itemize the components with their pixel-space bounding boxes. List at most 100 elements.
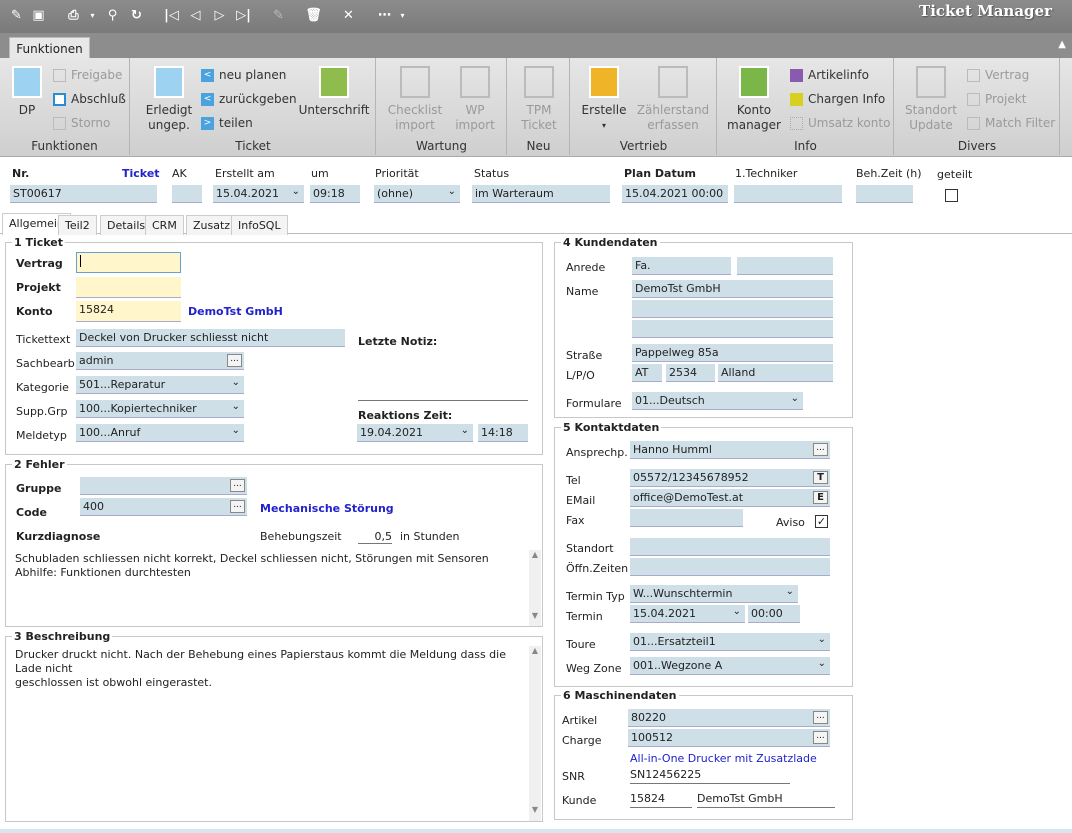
konto-input[interactable]: 15824 — [76, 301, 181, 322]
search-icon[interactable]: ⚲ — [104, 7, 121, 24]
next-record-icon[interactable]: ▷ — [211, 7, 228, 24]
kategorie-select[interactable]: 501...Reparatur ⌄ — [76, 376, 244, 394]
behebungszeit-input[interactable]: 0,5 — [358, 530, 392, 544]
tpm-ticket-button[interactable]: TPM Ticket — [518, 66, 560, 133]
vertrag-input[interactable] — [76, 252, 181, 273]
kurzdiagnose-scrollbar[interactable]: ▲ ▼ — [529, 550, 541, 626]
erstelle-button[interactable]: Erstelle ▾ — [582, 66, 626, 133]
kurzdiagnose-text[interactable]: Schubladen schliessen nicht korrekt, Dec… — [15, 552, 525, 580]
beschreibung-scrollbar[interactable]: ▲ ▼ — [529, 646, 541, 821]
strasse-field[interactable]: Pappelweg 85a — [632, 344, 833, 362]
teilen-button[interactable]: > teilen — [201, 116, 253, 130]
name3-field[interactable] — [632, 320, 833, 338]
unterschrift-button[interactable]: Unterschrift — [299, 66, 369, 118]
behzeit-field[interactable] — [856, 185, 913, 203]
ellipsis-icon[interactable]: ... — [230, 479, 245, 492]
chevron-down-icon[interactable]: ⌄ — [232, 425, 240, 436]
chevron-down-icon[interactable]: ⌄ — [818, 634, 826, 645]
charge-field[interactable]: 100512... — [628, 729, 830, 747]
um-time-field[interactable]: 09:18 — [310, 185, 360, 203]
scroll-down-icon[interactable]: ▼ — [529, 611, 541, 620]
reaktion-date-field[interactable]: 19.04.2021 ⌄ — [357, 424, 473, 442]
termin-time-field[interactable]: 00:00 — [748, 605, 800, 623]
ellipsis-icon[interactable]: ... — [813, 711, 828, 724]
checklist-import-button[interactable]: Checklist import — [387, 66, 443, 133]
erledigt-button[interactable]: Erledigt ungep. — [145, 66, 193, 133]
artikel-field[interactable]: 80220... — [628, 709, 830, 727]
match-filter-button[interactable]: Match Filter — [967, 116, 1055, 130]
scroll-down-icon[interactable]: ▼ — [529, 805, 541, 814]
konto-manager-button[interactable]: Konto manager — [727, 66, 781, 133]
sachbearb-field[interactable]: admin... — [76, 352, 244, 370]
zaehlerstand-button[interactable]: Zählerstand erfassen — [635, 66, 711, 133]
chevron-down-icon[interactable]: ⌄ — [292, 186, 300, 197]
more-dropdown-icon[interactable]: ▾ — [394, 7, 411, 24]
ak-field[interactable] — [172, 185, 202, 203]
land-field[interactable]: AT — [632, 364, 662, 382]
chevron-down-icon[interactable]: ⌄ — [448, 186, 456, 197]
phone-icon[interactable]: T — [813, 471, 828, 484]
name2-field[interactable] — [632, 300, 833, 318]
chevron-down-icon[interactable]: ⌄ — [461, 425, 469, 436]
zurueckgeben-button[interactable]: < zurückgeben — [201, 92, 297, 106]
ort-field[interactable]: Alland — [718, 364, 833, 382]
vertrag-button[interactable]: Vertrag — [967, 68, 1029, 82]
chevron-down-icon[interactable]: ⌄ — [786, 586, 794, 597]
wp-import-button[interactable]: WP import — [451, 66, 499, 133]
umsatz-konto-button[interactable]: Umsatz konto — [790, 116, 890, 130]
edit-icon[interactable]: ✎ — [8, 7, 25, 24]
kunde-name-field[interactable]: DemoTst GmbH — [697, 792, 835, 808]
prioritaet-select[interactable]: (ohne) ⌄ — [374, 185, 460, 203]
meldetyp-select[interactable]: 100...Anruf ⌄ — [76, 424, 244, 442]
konto-name[interactable]: DemoTst GmbH — [188, 305, 283, 318]
reaktion-time-field[interactable]: 14:18 — [478, 424, 528, 442]
artikelinfo-button[interactable]: Artikelinfo — [790, 68, 869, 82]
techniker-field[interactable] — [734, 185, 842, 203]
snr-field[interactable]: SN12456225 — [630, 768, 790, 784]
storno-button[interactable]: Storno — [53, 116, 110, 130]
dp-button[interactable]: DP — [10, 66, 44, 118]
ellipsis-icon[interactable]: ... — [227, 354, 242, 367]
ellipsis-icon[interactable]: ... — [813, 443, 828, 456]
anrede-field[interactable]: Fa. — [632, 257, 731, 275]
wegzone-select[interactable]: 001..Wegzone A ⌄ — [630, 657, 830, 675]
name1-field[interactable]: DemoTst GmbH — [632, 280, 833, 298]
geteilt-checkbox[interactable] — [945, 189, 958, 202]
chevron-down-icon[interactable]: ⌄ — [791, 393, 799, 404]
ellipsis-icon[interactable]: ... — [230, 500, 245, 513]
plan-datum-field[interactable]: 15.04.2021 00:00 — [622, 185, 728, 203]
fax-field[interactable] — [630, 509, 743, 527]
print-dropdown-icon[interactable]: ▾ — [84, 7, 101, 24]
tab-zusatz[interactable]: Zusatz — [186, 215, 238, 235]
formulare-select[interactable]: 01...Deutsch ⌄ — [632, 392, 803, 410]
tickettext-input[interactable]: Deckel von Drucker schliesst nicht — [76, 329, 345, 347]
neu-planen-button[interactable]: < neu planen — [201, 68, 286, 82]
scroll-up-icon[interactable]: ▲ — [529, 550, 541, 559]
ellipsis-icon[interactable]: ... — [813, 731, 828, 744]
email-icon[interactable]: E — [813, 491, 828, 504]
oeffn-field[interactable] — [630, 558, 830, 576]
erstellt-date-field[interactable]: 15.04.2021 ⌄ — [213, 185, 304, 203]
kunde-nr-field[interactable]: 15824 — [630, 792, 692, 808]
scroll-up-icon[interactable]: ▲ — [529, 646, 541, 655]
anrede2-field[interactable] — [737, 257, 833, 275]
beschreibung-text[interactable]: Drucker druckt nicht. Nach der Behebung … — [15, 648, 525, 690]
standort-update-button[interactable]: Standort Update — [905, 66, 957, 133]
previous-record-icon[interactable]: ◁ — [187, 7, 204, 24]
more-icon[interactable]: ⋯ — [376, 7, 393, 24]
termin-date-field[interactable]: 15.04.2021 ⌄ — [630, 605, 745, 623]
gruppe-field[interactable]: ... — [80, 477, 247, 495]
chevron-down-icon[interactable]: ⌄ — [232, 401, 240, 412]
save-icon[interactable]: ▣ — [30, 7, 47, 24]
plz-field[interactable]: 2534 — [666, 364, 715, 382]
close-icon[interactable]: ✕ — [340, 7, 357, 24]
standort-field[interactable] — [630, 538, 830, 556]
nr-field[interactable]: ST00617 — [10, 185, 157, 203]
tab-infosql[interactable]: InfoSQL — [231, 215, 288, 235]
status-field[interactable]: im Warteraum — [472, 185, 610, 203]
tab-crm[interactable]: CRM — [145, 215, 184, 235]
chevron-down-icon[interactable]: ⌄ — [818, 658, 826, 669]
termintyp-select[interactable]: W...Wunschtermin ⌄ — [630, 585, 798, 603]
last-record-icon[interactable]: ▷| — [235, 7, 252, 24]
toure-select[interactable]: 01...Ersatzteil1 ⌄ — [630, 633, 830, 651]
